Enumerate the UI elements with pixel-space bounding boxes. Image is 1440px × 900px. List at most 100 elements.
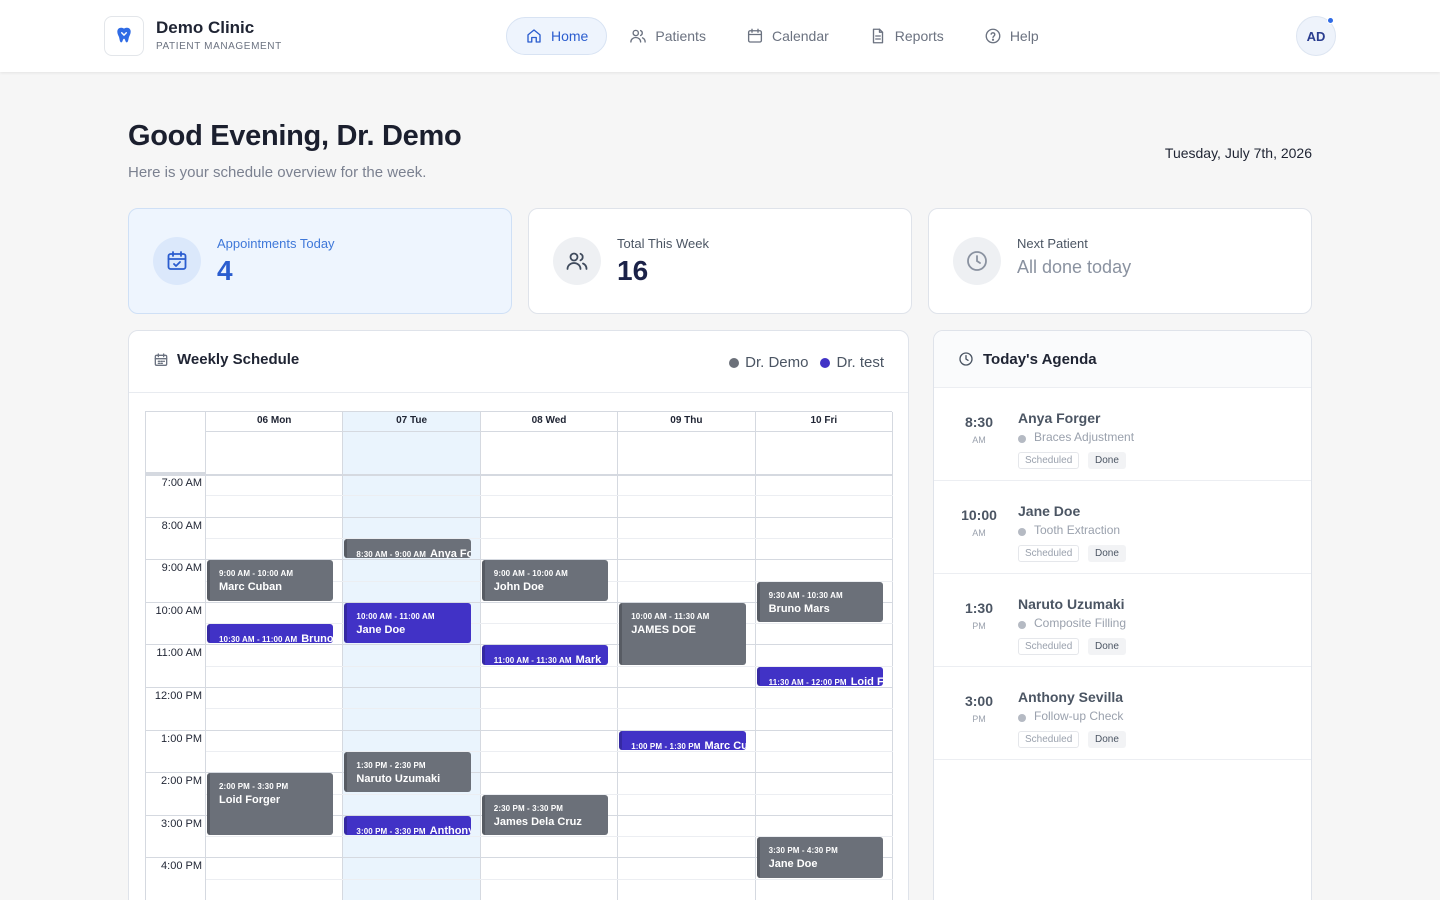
appointment-event[interactable]: 11:00 AM - 11:30 AM Mark	[481, 645, 609, 665]
agenda-item[interactable]: 3:00 PM Anthony Sevilla Follow-up Check Sche…	[934, 667, 1311, 760]
day-header[interactable]: 07 Tue	[343, 412, 481, 432]
appointment-time: 8:30 AM - 9:00 AM	[356, 549, 426, 559]
mark-done-button[interactable]: Done	[1088, 545, 1126, 562]
appointment-event[interactable]: 10:00 AM - 11:30 AM JAMES DOE	[619, 602, 746, 665]
half-hour-line	[206, 495, 893, 497]
stat-next-patient: Next Patient All done today	[928, 208, 1312, 314]
agenda-time: 8:30	[964, 414, 994, 430]
half-hour-line	[206, 537, 893, 539]
agenda-patient-name: Anya Forger	[1018, 410, 1101, 426]
nav-home[interactable]: Home	[506, 17, 608, 55]
stat-value: 16	[617, 255, 649, 286]
appointment-event[interactable]: 2:30 PM - 3:30 PM James Dela Cruz	[481, 794, 609, 836]
day-column-divider	[892, 412, 893, 900]
agenda-item[interactable]: 10:00 AM Jane Doe Tooth Extraction Scheduled…	[934, 481, 1311, 574]
appointment-time: 9:30 AM - 10:30 AM	[768, 590, 843, 600]
treatment-dot	[1018, 714, 1026, 722]
users-icon	[630, 29, 647, 43]
calendar-grid: 06 Mon 07 Tue 08 Wed 09 Thu 10 Fri 7:00 AM 8:0…	[145, 411, 893, 900]
appointment-event[interactable]: 10:00 AM - 11:00 AM Jane Doe	[344, 602, 471, 644]
appointment-time: 1:30 PM - 2:30 PM	[356, 760, 426, 770]
greeting-subtitle: Here is your schedule overview for the w…	[128, 164, 427, 181]
appointment-time: 1:00 PM - 1:30 PM	[631, 741, 701, 750]
legend-label: Dr. Demo	[745, 354, 809, 371]
day-header[interactable]: 08 Wed	[480, 412, 619, 432]
treatment-dot	[1018, 528, 1026, 536]
appointment-event[interactable]: 9:00 AM - 10:00 AM John Doe	[481, 560, 609, 601]
appointment-event[interactable]: 10:30 AM - 11:00 AMBruno Mars	[207, 624, 334, 644]
appointment-patient-name: Jane Doe	[356, 623, 406, 636]
clinic-name: Demo Clinic	[156, 18, 255, 37]
appointment-patient-name: Marc Cuban	[704, 739, 745, 750]
appointment-event[interactable]: 3:00 PM - 3:30 PMAnthony Sevilla	[344, 815, 471, 836]
appointment-event[interactable]: 2:00 PM - 3:30 PM Loid Forger	[207, 773, 334, 836]
stat-value: 4	[217, 255, 233, 286]
half-hour-line	[206, 878, 893, 880]
appointment-event[interactable]: 9:00 AM - 10:00 AM Marc Cuban	[207, 560, 334, 601]
time-gutter-header	[146, 412, 206, 474]
agenda-ampm: AM	[972, 528, 986, 538]
agenda-item[interactable]: 8:30 AM Anya Forger Braces Adjustment Schedu…	[934, 388, 1311, 481]
home-icon	[527, 29, 541, 43]
agenda-treatment: Tooth Extraction	[1034, 523, 1121, 537]
appointment-patient-name: Anya Forger	[429, 547, 471, 559]
appointment-event[interactable]: 8:30 AM - 9:00 AMAnya Forger	[344, 538, 471, 559]
clinic-logo[interactable]	[104, 16, 144, 56]
day-column-divider	[479, 412, 481, 900]
agenda-patient-name: Jane Doe	[1018, 503, 1081, 519]
status-badge: Scheduled	[1018, 545, 1080, 562]
legend-item-dr-test[interactable]: Dr. test	[820, 354, 884, 371]
appointment-patient-name: Loid Forger	[850, 675, 883, 686]
appointment-time: 2:00 PM - 3:30 PM	[219, 782, 289, 792]
time-label: 11:00 AM	[156, 647, 202, 660]
hour-line	[146, 516, 892, 518]
day-column-divider	[342, 412, 344, 900]
nav-patients[interactable]: Patients	[611, 17, 724, 55]
appointment-patient-name: John Doe	[493, 581, 544, 594]
appointment-event[interactable]: 1:00 PM - 1:30 PMMarc Cuban	[619, 730, 746, 750]
agenda-treatment: Follow-up Check	[1034, 709, 1124, 723]
agenda-time: 3:00	[964, 693, 994, 709]
calendar-icon	[154, 353, 168, 366]
agenda-treatment: Braces Adjustment	[1034, 430, 1135, 444]
nav-help[interactable]: Help	[966, 17, 1057, 55]
appointment-patient-name: Jane Doe	[768, 858, 818, 871]
agenda-item[interactable]: 1:30 PM Naruto Uzumaki Composite Filling Sch…	[934, 574, 1311, 667]
stat-appointments-today: Appointments Today 4	[128, 208, 512, 314]
top-navbar: Demo Clinic PATIENT MANAGEMENT Home Pati…	[0, 0, 1440, 72]
mark-done-button[interactable]: Done	[1088, 731, 1126, 748]
agenda-patient-name: Naruto Uzumaki	[1018, 596, 1125, 612]
main-nav: Home Patients Calendar Reports Help	[506, 17, 1057, 55]
legend-label: Dr. test	[836, 354, 884, 371]
calendar-check-icon	[153, 237, 201, 285]
status-badge: Scheduled	[1018, 452, 1080, 469]
notification-dot	[1327, 17, 1334, 24]
appointment-event[interactable]: 1:30 PM - 2:30 PM Naruto Uzumaki	[344, 751, 471, 793]
hour-line	[146, 687, 892, 688]
appointment-patient-name: Bruno Mars	[301, 633, 334, 644]
day-header[interactable]: 09 Thu	[618, 412, 756, 432]
half-hour-line	[206, 750, 893, 752]
nav-calendar[interactable]: Calendar	[728, 17, 847, 55]
users-icon	[553, 237, 601, 285]
appointment-event[interactable]: 9:30 AM - 10:30 AM Bruno Mars	[756, 581, 883, 623]
mark-done-button[interactable]: Done	[1088, 452, 1126, 469]
appointment-event[interactable]: 11:30 AM - 12:00 PMLoid Forger	[756, 666, 883, 686]
stat-label: Total This Week	[617, 236, 710, 251]
legend-item-dr-demo[interactable]: Dr. Demo	[729, 354, 808, 371]
hour-line	[146, 729, 892, 731]
appointment-time: 10:30 AM - 11:00 AM	[219, 635, 298, 644]
clock-icon	[959, 352, 973, 366]
day-header[interactable]: 06 Mon	[206, 412, 344, 432]
appointment-event[interactable]: 3:30 PM - 4:30 PM Jane Doe	[756, 837, 883, 878]
calendar-icon	[747, 28, 763, 43]
time-label: 10:00 AM	[155, 604, 202, 617]
appointment-time: 9:00 AM - 10:00 AM	[493, 569, 568, 579]
time-label: 12:00 PM	[154, 690, 202, 702]
mark-done-button[interactable]: Done	[1088, 638, 1126, 655]
day-header[interactable]: 10 Fri	[755, 412, 893, 432]
appointment-time: 10:00 AM - 11:00 AM	[356, 611, 435, 621]
appointment-time: 3:00 PM - 3:30 PM	[356, 826, 426, 836]
nav-reports[interactable]: Reports	[851, 17, 962, 55]
day-column-divider	[617, 412, 619, 900]
